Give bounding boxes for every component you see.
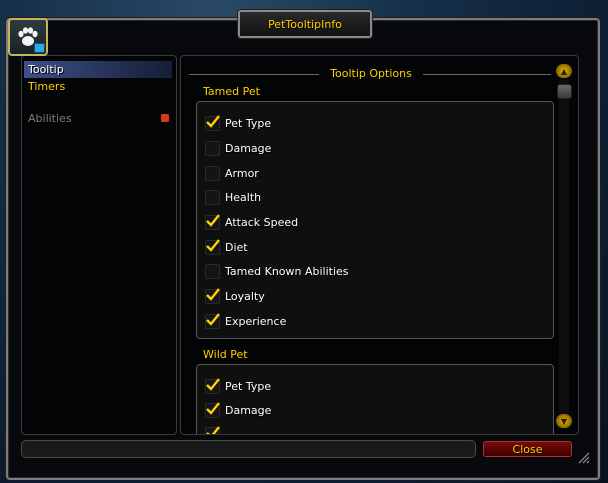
portrait-badge-icon [34,43,45,53]
wild-pet-options-group: Pet Type Damage [196,364,554,434]
options-scrollbar[interactable]: ▲ ▼ [556,64,572,428]
sidebar-item-tooltip[interactable]: Tooltip [24,61,172,78]
sidebar-item-label: Tooltip [28,63,64,76]
option-diet[interactable]: Diet [205,238,248,256]
checkmark-icon [206,238,220,252]
checkmark-icon [206,401,220,415]
checkmark-icon [206,377,220,391]
checkbox-checked[interactable] [205,401,220,418]
option-pet-type[interactable]: Pet Type [205,114,271,132]
option-attack-speed[interactable]: Attack Speed [205,213,298,231]
tamed-pet-options-group: Pet Type Damage Armor Health Attack Spee… [196,101,554,339]
addon-portrait [8,18,48,56]
option-label: Experience [225,314,287,328]
checkbox-checked[interactable] [205,312,220,329]
option-label: Health [225,190,262,204]
option-loyalty[interactable]: Loyalty [205,287,265,305]
scroll-thumb[interactable] [557,84,572,99]
section-label-tamed-pet: Tamed Pet [203,85,260,98]
checkbox-checked[interactable] [205,287,220,304]
option-label: Pet Type [225,379,272,393]
checkbox-checked[interactable] [205,377,220,394]
option-label: Pet Type [225,116,272,130]
window-title-plate[interactable]: PetTooltipInfo [238,10,372,38]
checkmark-icon [206,114,220,128]
checkbox-checked[interactable] [205,213,220,230]
scroll-up-button[interactable]: ▲ [556,64,572,78]
option-partially-visible[interactable] [205,425,225,434]
option-label: Diet [225,240,248,254]
checkmark-icon [206,312,220,326]
option-label: Tamed Known Abilities [225,264,349,278]
scroll-track[interactable] [559,80,569,414]
options-panel: Tooltip Options Tamed Pet Pet Type Damag… [180,55,579,435]
sidebar-item-label: Timers [28,80,66,93]
checkbox-unchecked[interactable] [205,165,220,181]
resize-grip-icon[interactable] [576,450,590,464]
option-armor[interactable]: Armor [205,164,259,182]
chevron-up-icon: ▲ [560,66,568,76]
chevron-down-icon: ▼ [560,416,568,426]
section-label-wild-pet: Wild Pet [203,348,248,361]
header-divider [423,74,551,75]
checkbox-unchecked[interactable] [205,263,220,279]
option-pet-type[interactable]: Pet Type [205,377,271,395]
checkbox-checked[interactable] [205,114,220,131]
sidebar-item-timers[interactable]: Timers [24,78,172,95]
option-label: Damage [225,403,272,417]
checkmark-icon [206,287,220,301]
checkmark-icon [206,425,220,434]
option-tamed-known-abilities[interactable]: Tamed Known Abilities [205,262,349,280]
option-label: Damage [225,141,272,155]
checkbox-unchecked[interactable] [205,189,220,205]
option-health[interactable]: Health [205,188,261,206]
scroll-down-button[interactable]: ▼ [556,414,572,428]
option-label: Armor [225,166,259,180]
close-button[interactable]: Close [483,441,572,457]
checkmark-icon [206,213,220,227]
close-button-label: Close [512,442,543,456]
option-damage[interactable]: Damage [205,401,271,419]
option-label: Attack Speed [225,215,299,229]
option-label: Loyalty [225,289,265,303]
checkbox-checked[interactable] [205,425,220,434]
checkbox-checked[interactable] [205,238,220,255]
option-damage[interactable]: Damage [205,139,271,157]
status-bar [21,440,476,458]
category-list: Tooltip Timers Abilities [21,55,177,435]
option-experience[interactable]: Experience [205,312,286,330]
checkbox-unchecked[interactable] [205,140,220,156]
expand-arrow-icon[interactable] [161,114,169,122]
sidebar-item-abilities[interactable]: Abilities [24,110,172,127]
window-title: PetTooltipInfo [268,17,342,31]
sidebar-item-label: Abilities [28,112,72,125]
